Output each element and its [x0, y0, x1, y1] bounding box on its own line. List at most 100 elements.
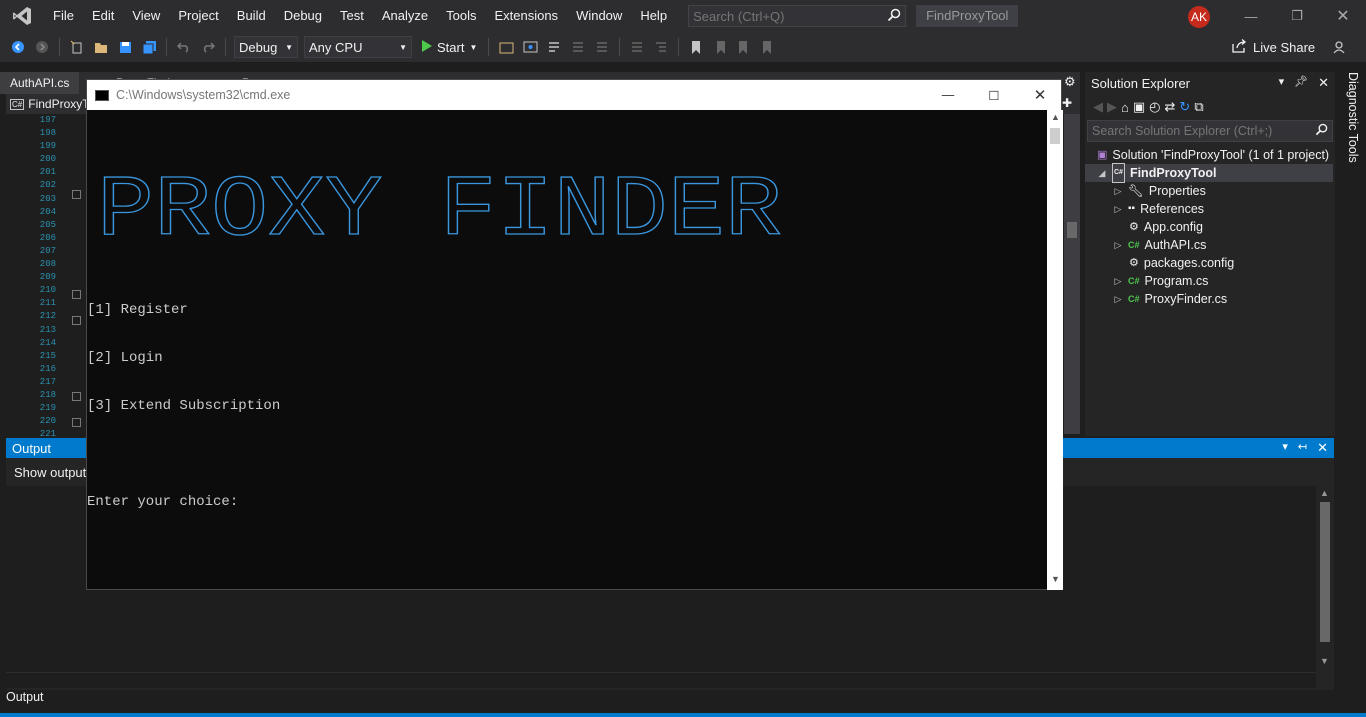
navigate-back-icon[interactable] [7, 36, 29, 58]
console-scroll-thumb[interactable] [1050, 128, 1060, 144]
step-over-icon[interactable] [567, 36, 589, 58]
console-minimize-button[interactable]: — [925, 80, 971, 110]
step-into-icon[interactable] [543, 36, 565, 58]
user-avatar[interactable]: AK [1188, 6, 1210, 28]
collapse-toggle[interactable] [72, 392, 81, 401]
tree-project-node[interactable]: ◢ C# FindProxyTool [1085, 163, 1333, 183]
tab-authapi[interactable]: AuthAPI.cs [0, 72, 80, 94]
collapsed-arrow-icon[interactable]: ▷ [1113, 272, 1123, 290]
chevron-down-icon[interactable]: ▾ [1282, 440, 1288, 456]
collapse-toggle[interactable] [72, 418, 81, 427]
previous-bookmark-icon[interactable] [709, 36, 731, 58]
scroll-up-icon[interactable]: ▲ [1051, 112, 1060, 122]
menu-window[interactable]: Window [567, 0, 631, 32]
close-icon[interactable]: ✕ [1317, 440, 1328, 456]
console-maximize-button[interactable]: ☐ [971, 80, 1017, 110]
save-all-icon[interactable] [138, 36, 160, 58]
pending-changes-icon[interactable]: ◴ [1149, 99, 1160, 115]
pin-icon[interactable]: 📌︎ [1294, 75, 1308, 91]
close-icon[interactable]: ✕ [1318, 75, 1329, 91]
redo-icon[interactable] [197, 36, 219, 58]
uncomment-lines-icon[interactable] [650, 36, 672, 58]
chevron-down-icon[interactable]: ▾ [1279, 75, 1285, 91]
solution-explorer-search[interactable] [1087, 120, 1333, 142]
tree-item-authapi[interactable]: ▷ C# AuthAPI.cs [1113, 236, 1207, 254]
start-debugging-button[interactable]: Start ▼ [415, 39, 483, 55]
output-vertical-scrollbar[interactable]: ▲ ▼ [1316, 486, 1334, 672]
navigate-forward-icon[interactable] [31, 36, 53, 58]
menu-tools[interactable]: Tools [437, 0, 485, 32]
solution-configuration-select[interactable]: Debug ▼ [234, 36, 298, 58]
tree-item-app-config[interactable]: ⚙ App.config [1129, 218, 1203, 236]
menu-debug[interactable]: Debug [275, 0, 331, 32]
editor-scroll-thumb[interactable] [1067, 222, 1077, 238]
menu-build[interactable]: Build [228, 0, 275, 32]
next-bookmark-icon[interactable] [733, 36, 755, 58]
refresh-icon[interactable]: ↻ [1179, 99, 1190, 115]
minimize-button[interactable]: — [1228, 0, 1274, 32]
console-output[interactable]: PROXY FINDER [1] Register [2] Login [3] … [87, 110, 1047, 590]
menu-analyze[interactable]: Analyze [373, 0, 437, 32]
clear-bookmarks-icon[interactable] [757, 36, 779, 58]
feedback-icon[interactable] [1329, 36, 1351, 58]
menu-file[interactable]: File [44, 0, 83, 32]
tree-item-references[interactable]: ▷ ▪▪ References [1113, 200, 1205, 218]
quick-search-input[interactable] [693, 8, 874, 24]
diagnostic-tools-tab[interactable]: Diagnostic Tools [1338, 72, 1360, 172]
tree-item-proxyfinder[interactable]: ▷ C# ProxyFinder.cs [1113, 290, 1228, 308]
open-folder-icon[interactable] [90, 36, 112, 58]
tree-solution-node[interactable]: ▣ Solution 'FindProxyTool' (1 of 1 proje… [1097, 146, 1329, 164]
menu-help[interactable]: Help [631, 0, 676, 32]
editor-vertical-scrollbar[interactable] [1064, 114, 1080, 434]
scroll-down-icon[interactable]: ▼ [1320, 656, 1329, 666]
output-horizontal-scrollbar[interactable] [6, 672, 1316, 688]
expanded-arrow-icon[interactable]: ◢ [1097, 164, 1107, 182]
tree-item-program[interactable]: ▷ C# Program.cs [1113, 272, 1209, 290]
search-icon[interactable] [887, 8, 901, 25]
collapse-toggle[interactable] [72, 290, 81, 299]
sync-icon[interactable]: ⇄ [1165, 99, 1176, 115]
hot-reload-icon[interactable] [519, 36, 541, 58]
save-icon[interactable] [114, 36, 136, 58]
collapse-all-icon[interactable]: ⧉ [1194, 99, 1203, 115]
console-title-bar[interactable]: C:\Windows\system32\cmd.exe — ☐ ✕ [87, 80, 1061, 110]
solution-platform-select[interactable]: Any CPU ▼ [304, 36, 412, 58]
back-icon[interactable]: ◀ [1093, 99, 1103, 115]
comment-lines-icon[interactable] [626, 36, 648, 58]
split-editor-icon[interactable]: ✚ [1062, 96, 1072, 110]
bottom-tab-output[interactable]: Output [6, 690, 66, 708]
settings-gear-icon[interactable]: ⚙ [1064, 74, 1076, 90]
forward-icon[interactable]: ▶ [1107, 99, 1117, 115]
home-icon[interactable]: ⌂ [1121, 100, 1129, 115]
tree-item-packages-config[interactable]: ⚙ packages.config [1129, 254, 1234, 272]
tree-item-properties[interactable]: ▷ 🔧︎ Properties [1113, 182, 1206, 200]
scroll-up-icon[interactable]: ▲ [1320, 488, 1329, 498]
bookmark-icon[interactable] [685, 36, 707, 58]
solution-explorer-search-input[interactable] [1092, 124, 1292, 138]
output-scroll-thumb[interactable] [1320, 502, 1330, 642]
switch-views-icon[interactable]: ▣ [1133, 99, 1145, 115]
collapse-toggle[interactable] [72, 190, 81, 199]
collapsed-arrow-icon[interactable]: ▷ [1113, 200, 1123, 218]
browser-link-icon[interactable] [495, 36, 517, 58]
close-button[interactable]: ✕ [1320, 0, 1366, 32]
collapsed-arrow-icon[interactable]: ▷ [1113, 290, 1123, 308]
scroll-down-icon[interactable]: ▼ [1051, 574, 1060, 584]
console-vertical-scrollbar[interactable]: ▲ ▼ [1047, 110, 1063, 590]
collapsed-arrow-icon[interactable]: ▷ [1113, 236, 1123, 254]
console-close-button[interactable]: ✕ [1017, 80, 1063, 110]
collapse-toggle[interactable] [72, 316, 81, 325]
auto-hide-icon[interactable]: ↤ [1298, 440, 1307, 456]
menu-edit[interactable]: Edit [83, 0, 123, 32]
live-share-button[interactable]: Live Share [1232, 32, 1315, 62]
new-project-icon[interactable] [66, 36, 88, 58]
menu-test[interactable]: Test [331, 0, 373, 32]
menu-view[interactable]: View [123, 0, 169, 32]
visual-studio-logo-icon[interactable] [0, 0, 44, 32]
search-icon[interactable] [1315, 123, 1328, 139]
quick-search-box[interactable] [688, 5, 907, 27]
undo-icon[interactable] [173, 36, 195, 58]
menu-project[interactable]: Project [169, 0, 227, 32]
menu-extensions[interactable]: Extensions [485, 0, 567, 32]
step-out-icon[interactable] [591, 36, 613, 58]
